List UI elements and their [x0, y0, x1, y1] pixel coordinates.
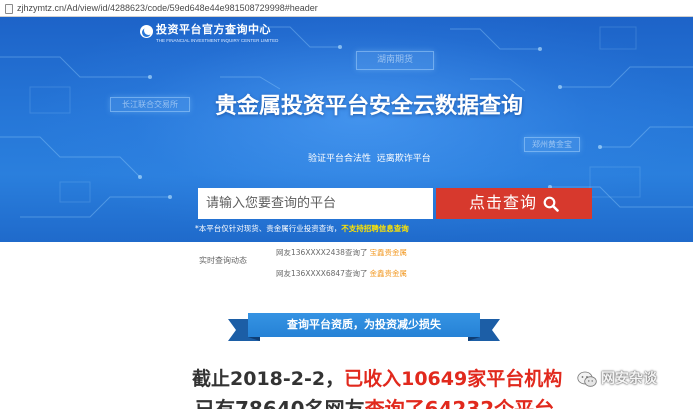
search-button[interactable]: 点击查询 [436, 188, 592, 219]
ribbon-fold-left [248, 337, 260, 341]
search-icon [543, 196, 559, 212]
stats-query-count: 查询了64232个平台 [364, 397, 555, 409]
watermark-text: 网安杂谈 [601, 371, 657, 387]
section-ribbon: 查询平台资质，为投资减少损失 [228, 313, 500, 342]
ticker-item[interactable]: 网友136XXXX2438查询了 宝鑫贵金属 [276, 249, 407, 258]
address-url[interactable]: zjhzymtz.cn/Ad/view/id/4288623/code/59ed… [17, 3, 318, 14]
logo-name[interactable]: 投资平台官方查询中心 [156, 23, 271, 36]
hero-title: 贵金属投资平台安全云数据查询 [215, 94, 524, 119]
floating-tag: 湖南期货 [356, 51, 434, 70]
live-query-ticker: 网友136XXXX2438查询了 宝鑫贵金属 网友136XXXX6847查询了 金鑫… [276, 249, 516, 281]
hero-subtitle: 验证平台合法性 远离欺诈平台 [308, 154, 431, 164]
ribbon-text: 查询平台资质，为投资减少损失 [248, 313, 480, 337]
stats-line-2: 已有78640名网友 查询了64232个平台 [195, 396, 554, 409]
logo-subtitle: THE FINANCIAL INVESTMENT INQUIRY CENTER … [156, 38, 279, 43]
search-button-label: 点击查询 [468, 194, 537, 212]
hero-banner: 投资平台官方查询中心 THE FINANCIAL INVESTMENT INQU… [0, 17, 693, 242]
stats-platform-count: 已收入10649家平台机构 [344, 368, 563, 390]
floating-tag: 长江联合交易所 [110, 97, 190, 112]
ticker-item[interactable]: 网友136XXXX6847查询了 金鑫贵金属 [276, 268, 407, 279]
search-note-highlight: 不支持招聘信息查询 [341, 224, 409, 233]
wechat-icon [577, 371, 597, 387]
ribbon-fold-right [468, 337, 480, 341]
page-icon [5, 4, 13, 14]
ticker-platform-link[interactable]: 金鑫贵金属 [369, 269, 407, 278]
ticker-user: 网友136XXXX2438查询了 [276, 249, 368, 257]
platform-search-input[interactable] [198, 188, 433, 219]
ticker-platform-link[interactable]: 宝鑫贵金属 [369, 249, 407, 257]
search-note: *本平台仅针对现货、贵金属行业投资查询，不支持招聘信息查询 [195, 224, 409, 234]
ticker-user: 网友136XXXX6847查询了 [276, 269, 368, 278]
live-query-label: 实时查询动态 [199, 256, 247, 265]
search-note-text: *本平台仅针对现货、贵金属行业投资查询， [195, 224, 342, 233]
stats-line-1: 截止2018-2-2，已收入10649家平台机构 [192, 366, 562, 392]
browser-address-bar[interactable]: zjhzymtz.cn/Ad/view/id/4288623/code/59ed… [0, 0, 693, 17]
stats-date: 截止2018-2-2， [192, 368, 345, 390]
floating-tag: 郑州黄金宝 [524, 137, 580, 152]
stats-user-count: 已有78640名网友 [195, 397, 365, 409]
logo-icon [140, 25, 153, 38]
